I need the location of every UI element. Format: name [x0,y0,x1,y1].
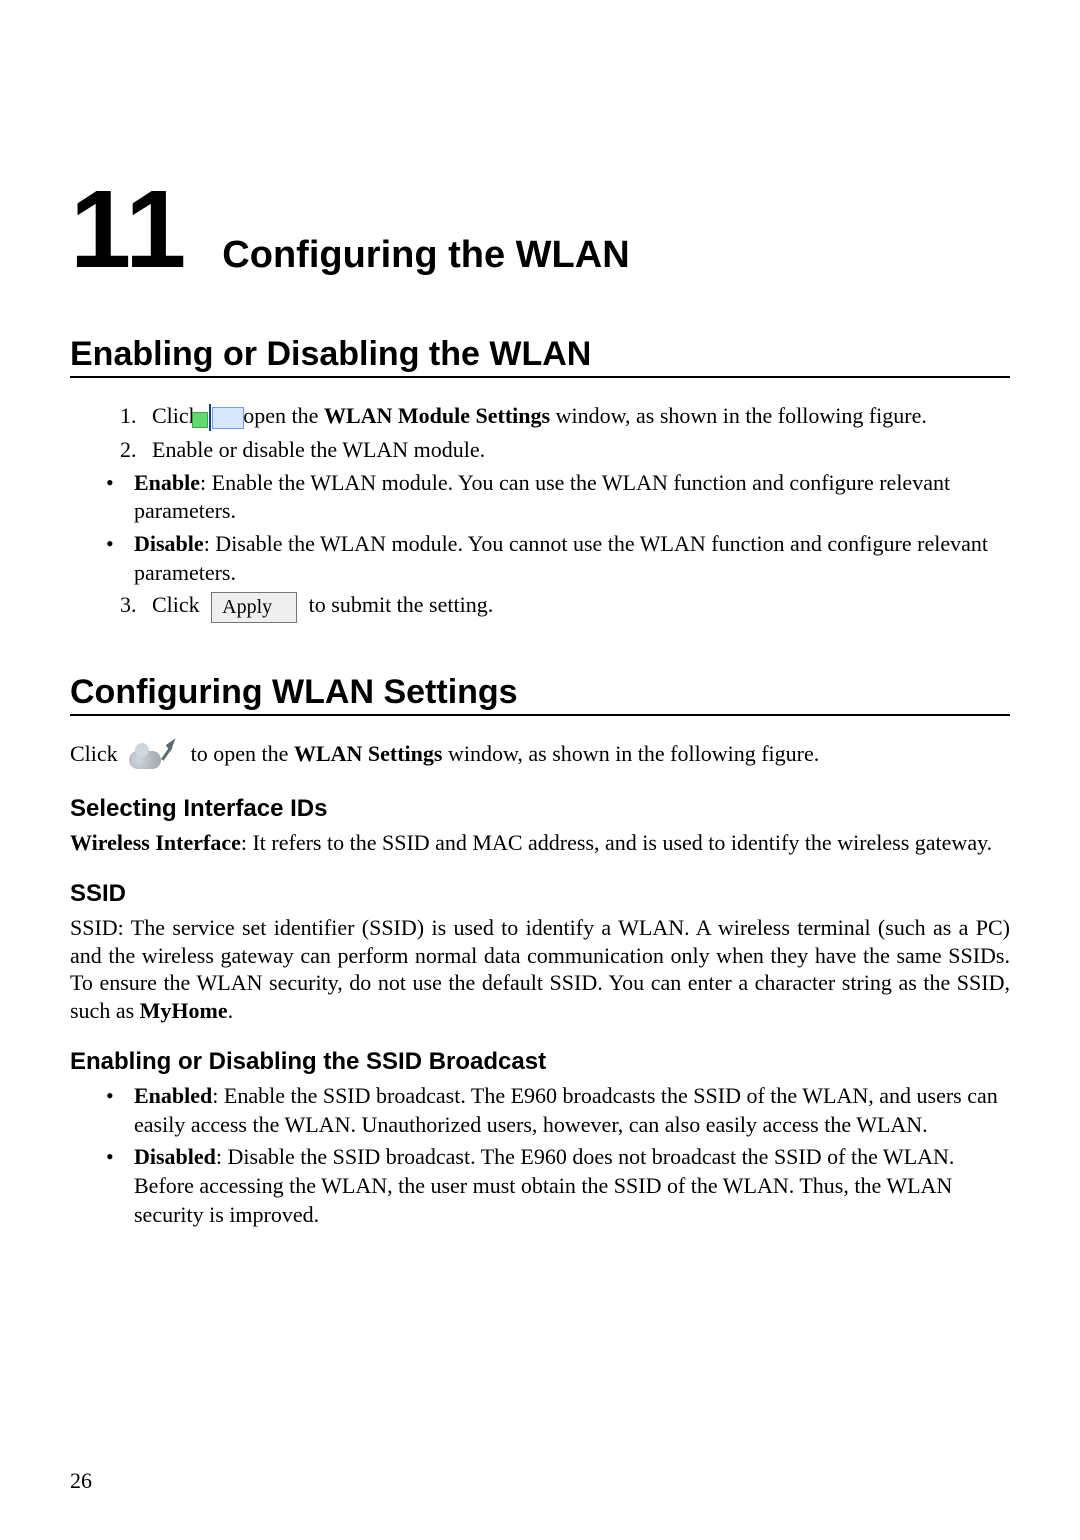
bold-term: Enable [134,470,200,495]
bullet-text: : Disable the WLAN module. You cannot us… [134,531,988,585]
intro-paragraph: Click to open the WLAN Settings window, … [70,740,1010,771]
bold-term: WLAN Settings [294,741,443,766]
paragraph-text: . [228,998,234,1023]
page-number: 26 [70,1468,92,1494]
section-heading-enable-disable-wlan: Enabling or Disabling the WLAN [70,335,1010,378]
bullet-text: : Enable the WLAN module. You can use th… [134,470,950,524]
bold-term: WLAN Module Settings [324,403,550,428]
steps-list: Click to open the WLAN Module Settings w… [70,402,1010,465]
chapter-number: 11 [70,175,186,285]
paragraph-text: to open the [191,741,294,766]
wlan-settings-icon [129,741,179,771]
chapter-title: Configuring the WLAN [222,234,629,277]
paragraph-text: Click [70,741,118,766]
step-text: to submit the setting. [309,592,494,617]
subheading-ssid: SSID [70,880,1010,908]
step-1: Click to open the WLAN Module Settings w… [142,402,1010,432]
subheading-ssid-broadcast: Enabling or Disabling the SSID Broadcast [70,1048,1010,1076]
paragraph-text: window, as shown in the following figure… [442,741,819,766]
step-text: window, as shown in the following figure… [550,403,927,428]
bullet-disabled: Disabled: Disable the SSID broadcast. Th… [106,1143,1010,1229]
bold-term: Enabled [134,1083,212,1108]
step-text: Enable or disable the WLAN module. [152,437,485,462]
step-text: Click [152,592,200,617]
bullet-disable: Disable: Disable the WLAN module. You ca… [106,530,1010,587]
paragraph: SSID: The service set identifier (SSID) … [70,914,1010,1024]
bullet-list-ssid-broadcast: Enabled: Enable the SSID broadcast. The … [70,1082,1010,1229]
paragraph-text: : It refers to the SSID and MAC address,… [241,830,992,855]
section-heading-configuring-wlan-settings: Configuring WLAN Settings [70,673,1010,716]
subheading-selecting-interface-ids: Selecting Interface IDs [70,795,1010,823]
bold-term: Disabled [134,1144,216,1169]
bullet-text: : Enable the SSID broadcast. The E960 br… [134,1083,998,1137]
bullet-enabled: Enabled: Enable the SSID broadcast. The … [106,1082,1010,1139]
bullet-list: Enable: Enable the WLAN module. You can … [70,469,1010,587]
chapter-heading: 11 Configuring the WLAN [70,175,1010,285]
wlan-module-icon [209,404,211,433]
step-3: Click Apply to submit the setting. [142,591,1010,622]
document-page: 11 Configuring the WLAN Enabling or Disa… [0,0,1080,1540]
step-2: Enable or disable the WLAN module. [142,436,1010,465]
bold-term: Wireless Interface [70,830,241,855]
steps-list-continued: Click Apply to submit the setting. [70,591,1010,622]
bold-term: MyHome [140,998,228,1023]
bullet-enable: Enable: Enable the WLAN module. You can … [106,469,1010,526]
bullet-text: : Disable the SSID broadcast. The E960 d… [134,1144,954,1226]
bold-term: Disable [134,531,204,556]
apply-button-graphic: Apply [211,592,297,623]
paragraph: Wireless Interface: It refers to the SSI… [70,829,1010,857]
